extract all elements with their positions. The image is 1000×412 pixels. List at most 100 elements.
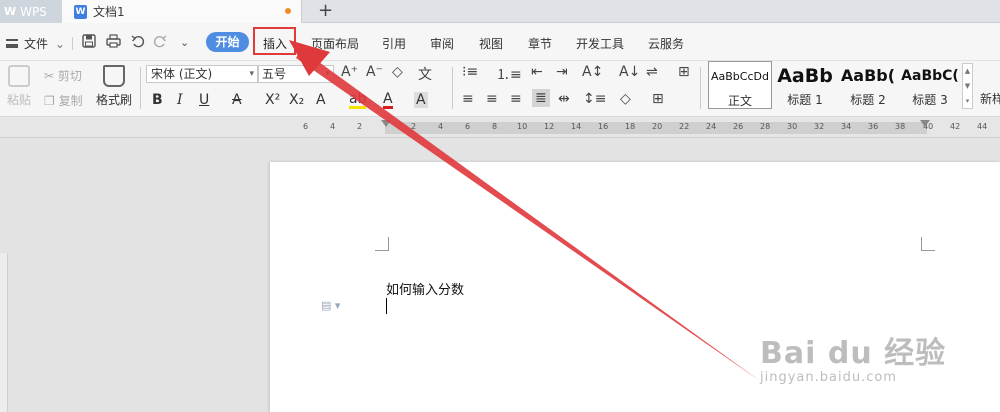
menu-bar: 文件 ⌄ ⌄ 开始 插入 页面布局 引用 审阅 视图 章节 开发工具 云服务 [0, 23, 1000, 61]
cut-button[interactable]: ✂ 剪切 [44, 67, 82, 84]
ruler-label: 2 [357, 122, 363, 131]
ruler-label: 16 [598, 122, 609, 131]
ruler-label: 18 [625, 122, 636, 131]
phonetic-guide-icon[interactable]: 文 [418, 64, 432, 84]
style-name: 标题 2 [850, 93, 886, 107]
clear-format-icon[interactable]: ◇ [392, 64, 403, 80]
decrease-font-icon[interactable]: A⁻ [366, 64, 383, 80]
table-border-icon[interactable]: ⊞ [678, 64, 690, 80]
undo-icon[interactable] [131, 34, 145, 52]
bullets-icon[interactable]: ⁝≡ [462, 64, 478, 80]
shading-icon[interactable]: ◇ [620, 91, 631, 107]
subscript-icon[interactable]: X₂ [289, 92, 304, 108]
underline-icon[interactable]: U [199, 92, 209, 108]
line-spacing-icon[interactable]: ↕≡ [583, 91, 606, 107]
document-tab-label: 文档1 [93, 5, 125, 19]
ruler-label: 20 [652, 122, 663, 131]
char-shading-icon[interactable]: A [414, 92, 428, 108]
style-heading-2[interactable]: AaBb( 标题 2 [837, 61, 899, 109]
save-icon[interactable] [82, 34, 96, 52]
align-right-icon[interactable]: ≡ [510, 91, 522, 107]
align-center-icon[interactable]: ≡ [486, 91, 498, 107]
wps-app-tab[interactable]: W WPS [0, 0, 62, 23]
increase-indent-icon[interactable]: ⇥ [556, 64, 568, 80]
margin-corner-mark [375, 237, 389, 251]
increase-font-icon[interactable]: A⁺ [341, 64, 358, 80]
ruler-label: 6 [303, 122, 309, 131]
paste-button[interactable]: 粘贴 [2, 65, 36, 108]
title-tab-bar: W WPS W 文档1 + [0, 0, 1000, 23]
tab-page-layout[interactable]: 页面布局 [311, 35, 359, 52]
style-sample: AaBb( [840, 66, 896, 85]
divider [700, 67, 701, 109]
ruler-label: 24 [706, 122, 717, 131]
right-indent-marker[interactable] [920, 120, 930, 127]
wps-tab-label: WPS [20, 4, 47, 19]
font-color-icon[interactable]: A [383, 92, 393, 109]
ruler-label: 26 [733, 122, 744, 131]
style-sample: AaBbCcDd [711, 70, 769, 83]
tab-chapter[interactable]: 章节 [528, 35, 552, 52]
redo-icon[interactable] [153, 34, 167, 52]
ruler-label: 12 [544, 122, 555, 131]
align-left-icon[interactable]: ≡ [462, 91, 474, 107]
font-size-select[interactable]: 五号 ▾ [258, 65, 334, 83]
format-painter-button[interactable]: 格式刷 [94, 65, 134, 108]
print-icon[interactable] [106, 34, 121, 52]
text-direction-icon[interactable]: A↕ [582, 64, 603, 80]
style-heading-3[interactable]: AaBbC( 标题 3 [900, 61, 960, 109]
numbering-icon[interactable]: ⒈≡ [496, 64, 522, 84]
new-style-button[interactable]: 新样 [980, 90, 1000, 107]
scissors-icon: ✂ [44, 69, 55, 83]
strikethrough-icon[interactable]: A [232, 92, 242, 108]
show-marks-icon[interactable]: ⇌ [646, 64, 658, 80]
tab-view[interactable]: 视图 [479, 35, 503, 52]
ruler-label: 34 [841, 122, 852, 131]
tab-cloud-services[interactable]: 云服务 [648, 35, 684, 52]
horizontal-ruler[interactable]: 6 4 2 2 4 6 8 10 12 14 16 18 20 22 24 26… [0, 118, 1000, 138]
first-line-indent-marker[interactable] [381, 120, 391, 127]
navigation-strip [0, 253, 8, 412]
ruler-label: 6 [465, 122, 471, 131]
style-sample: AaBb [777, 65, 833, 87]
ruler-label: 10 [517, 122, 528, 131]
ruler-label: 28 [760, 122, 771, 131]
margin-corner-mark [921, 237, 935, 251]
font-name-select[interactable]: 宋体 (正文) ▾ [146, 65, 258, 83]
decrease-indent-icon[interactable]: ⇤ [531, 64, 543, 80]
styles-scroll[interactable]: ▲ ▼ ▾ [962, 63, 973, 109]
copy-icon: ❐ [44, 94, 55, 108]
tab-insert[interactable]: 插入 [263, 35, 287, 52]
ruler-label: 44 [977, 122, 988, 131]
sort-icon[interactable]: A↓ [619, 64, 640, 80]
divider [72, 37, 73, 50]
ruler-label: 4 [330, 122, 336, 131]
unsaved-dot-icon [285, 8, 291, 14]
new-tab-button[interactable]: + [318, 0, 333, 23]
highlight-icon[interactable]: ab [349, 92, 367, 109]
ruler-label: 42 [950, 122, 961, 131]
tab-references[interactable]: 引用 [382, 35, 406, 52]
tab-start[interactable]: 开始 [206, 32, 249, 52]
writer-doc-icon: W [74, 4, 87, 19]
file-menu[interactable]: 文件 ⌄ [6, 35, 65, 52]
tab-developer-tools[interactable]: 开发工具 [576, 35, 624, 52]
bold-icon[interactable]: B [152, 92, 163, 108]
chevron-down-icon: ▾ [249, 69, 254, 79]
text-cursor [386, 298, 387, 314]
document-body-text[interactable]: 如何输入分数 [386, 279, 464, 298]
paragraph-menu-icon[interactable]: ▤ ▾ [321, 299, 340, 312]
copy-button[interactable]: ❐ 复制 [44, 92, 83, 109]
superscript-icon[interactable]: X² [265, 92, 280, 108]
tab-review[interactable]: 审阅 [430, 35, 454, 52]
customize-icon[interactable]: ⌄ [180, 36, 189, 49]
distribute-icon[interactable]: ⇹ [558, 91, 570, 107]
justify-icon[interactable]: ≣ [532, 89, 550, 107]
document-tab[interactable]: W 文档1 [62, 0, 302, 23]
text-effect-icon[interactable]: A [316, 92, 326, 108]
borders-icon[interactable]: ⊞ [652, 91, 664, 107]
italic-icon[interactable]: I [177, 92, 183, 108]
style-heading-1[interactable]: AaBb 标题 1 [774, 61, 836, 109]
ruler-label: 2 [411, 122, 417, 131]
style-normal[interactable]: AaBbCcDd 正文 [708, 61, 772, 109]
